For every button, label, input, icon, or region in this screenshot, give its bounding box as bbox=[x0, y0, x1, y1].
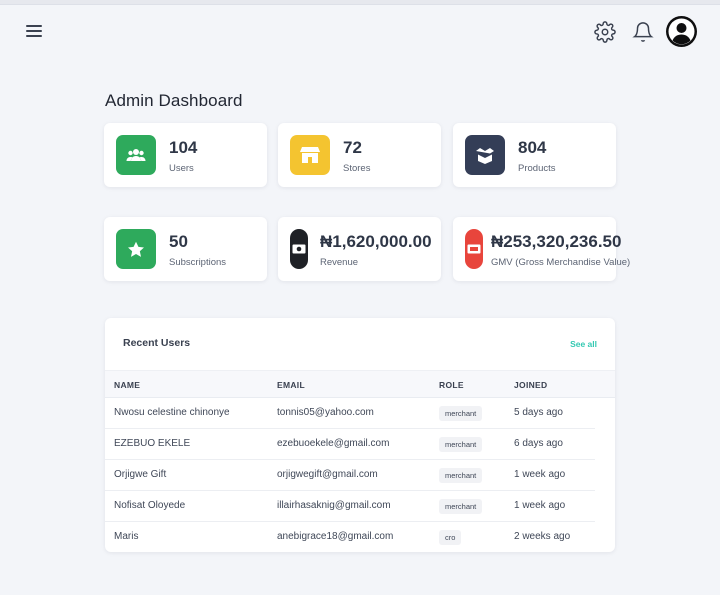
joined-time: 5 days ago bbox=[514, 407, 563, 418]
stat-value: 104 bbox=[169, 138, 198, 157]
stat-card-users[interactable]: 104 Users bbox=[104, 123, 267, 187]
user-email: anebigrace18@gmail.com bbox=[277, 531, 394, 542]
table-row[interactable]: Maris anebigrace18@gmail.com cro 2 weeks… bbox=[105, 522, 595, 552]
stat-value: 50 bbox=[169, 232, 188, 251]
joined-time: 2 weeks ago bbox=[514, 531, 571, 542]
stat-label: GMV (Gross Merchandise Value) bbox=[491, 257, 631, 268]
role-badge: merchant bbox=[439, 468, 483, 483]
bell-icon[interactable] bbox=[632, 21, 654, 43]
joined-time: 1 week ago bbox=[514, 469, 566, 480]
recent-users-card: Recent Users See all NAME EMAIL ROLE JOI… bbox=[105, 318, 615, 552]
user-name: Orjigwe Gift bbox=[114, 469, 167, 480]
stat-card-stores[interactable]: 72 Stores bbox=[278, 123, 441, 187]
user-name: EZEBUO EKELE bbox=[114, 438, 191, 449]
stat-label: Revenue bbox=[320, 257, 359, 268]
stat-card-gmv[interactable]: ₦253,320,236.50 GMV (Gross Merchandise V… bbox=[453, 217, 630, 281]
stat-label: Subscriptions bbox=[169, 257, 227, 268]
column-header-email[interactable]: EMAIL bbox=[277, 380, 305, 390]
stat-card-products[interactable]: 804 Products bbox=[453, 123, 616, 187]
user-email: illairhasaknig@gmail.com bbox=[277, 500, 391, 511]
table-row[interactable]: Nwosu celestine chinonye tonnis05@yahoo.… bbox=[105, 398, 595, 429]
stat-value: ₦253,320,236.50 bbox=[491, 232, 622, 251]
gear-icon[interactable] bbox=[594, 21, 616, 43]
column-header-role[interactable]: ROLE bbox=[439, 380, 464, 390]
money-icon bbox=[290, 229, 308, 269]
user-avatar-icon[interactable] bbox=[666, 16, 697, 47]
stat-value: ₦1,620,000.00 bbox=[320, 232, 432, 251]
top-bar bbox=[0, 5, 720, 57]
stat-label: Stores bbox=[343, 163, 371, 174]
table-row[interactable]: Orjigwe Gift orjigwegift@gmail.com merch… bbox=[105, 460, 595, 491]
user-email: ezebuoekele@gmail.com bbox=[277, 438, 390, 449]
user-email: orjigwegift@gmail.com bbox=[277, 469, 378, 480]
users-icon bbox=[116, 135, 156, 175]
user-name: Nofisat Oloyede bbox=[114, 500, 186, 511]
role-badge: cro bbox=[439, 530, 462, 545]
star-icon bbox=[116, 229, 156, 269]
table-row[interactable]: EZEBUO EKELE ezebuoekele@gmail.com merch… bbox=[105, 429, 595, 460]
page-title: Admin Dashboard bbox=[105, 91, 243, 110]
stat-value: 72 bbox=[343, 138, 362, 157]
recent-users-title: Recent Users bbox=[123, 337, 191, 349]
table-row[interactable]: Nofisat Oloyede illairhasaknig@gmail.com… bbox=[105, 491, 595, 522]
joined-time: 6 days ago bbox=[514, 438, 563, 449]
user-name: Maris bbox=[114, 531, 139, 542]
see-all-link[interactable]: See all bbox=[570, 339, 597, 349]
joined-time: 1 week ago bbox=[514, 500, 566, 511]
hamburger-icon[interactable] bbox=[26, 25, 42, 39]
stat-value: 804 bbox=[518, 138, 547, 157]
column-header-joined[interactable]: JOINED bbox=[514, 380, 547, 390]
user-email: tonnis05@yahoo.com bbox=[277, 407, 374, 418]
stat-label: Users bbox=[169, 163, 194, 174]
role-badge: merchant bbox=[439, 437, 483, 452]
role-badge: merchant bbox=[439, 406, 483, 421]
role-badge: merchant bbox=[439, 499, 483, 514]
user-name: Nwosu celestine chinonye bbox=[114, 407, 230, 418]
stat-card-subscriptions[interactable]: 50 Subscriptions bbox=[104, 217, 267, 281]
table-header: NAME EMAIL ROLE JOINED bbox=[105, 370, 615, 398]
column-header-name[interactable]: NAME bbox=[114, 380, 140, 390]
box-icon bbox=[465, 135, 505, 175]
store-icon bbox=[290, 135, 330, 175]
stat-card-revenue[interactable]: ₦1,620,000.00 Revenue bbox=[278, 217, 441, 281]
gmv-icon bbox=[465, 229, 483, 269]
stat-label: Products bbox=[518, 163, 556, 174]
